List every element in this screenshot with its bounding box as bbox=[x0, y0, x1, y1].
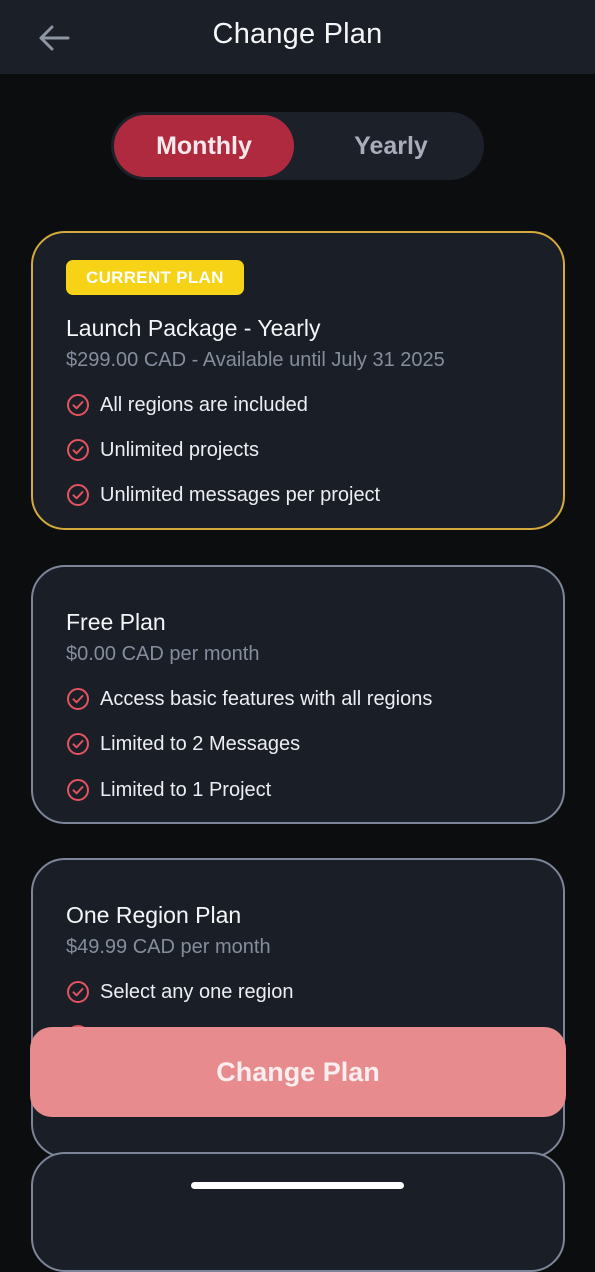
plan-feature: All regions are included bbox=[66, 393, 308, 417]
page-title: Change Plan bbox=[212, 18, 383, 50]
feature-text: Limited to 2 Messages bbox=[100, 732, 301, 755]
tab-yearly[interactable]: Yearly bbox=[301, 115, 481, 177]
plan-feature: Unlimited messages per project bbox=[66, 483, 380, 507]
plan-card-free[interactable]: Free Plan $0.00 CAD per month Access bas… bbox=[31, 565, 565, 824]
check-circle-icon bbox=[66, 438, 90, 462]
home-indicator bbox=[191, 1182, 404, 1189]
check-circle-icon bbox=[66, 778, 90, 802]
check-circle-icon bbox=[66, 483, 90, 507]
plan-feature: Access basic features with all regions bbox=[66, 687, 432, 711]
plan-name: One Region Plan bbox=[66, 902, 242, 928]
check-circle-icon bbox=[66, 393, 90, 417]
plan-price: $49.99 CAD per month bbox=[66, 936, 271, 958]
plan-card-next[interactable] bbox=[31, 1152, 565, 1272]
billing-period-toggle: Monthly Yearly bbox=[111, 112, 484, 180]
plan-price: $0.00 CAD per month bbox=[66, 643, 260, 665]
plan-name: Free Plan bbox=[66, 609, 166, 635]
feature-text: Limited to 1 Project bbox=[100, 778, 272, 801]
plan-feature: Limited to 2 Messages bbox=[66, 732, 300, 756]
feature-text: All regions are included bbox=[100, 393, 308, 416]
plan-name: Launch Package - Yearly bbox=[66, 315, 321, 341]
feature-text: Select any one region bbox=[100, 980, 294, 1003]
plan-card-launch-package[interactable]: CURRENT PLAN Launch Package - Yearly $29… bbox=[31, 231, 565, 530]
check-circle-icon bbox=[66, 732, 90, 756]
tab-monthly[interactable]: Monthly bbox=[114, 115, 294, 177]
current-plan-badge: CURRENT PLAN bbox=[66, 260, 244, 295]
feature-text: Unlimited projects bbox=[100, 438, 259, 461]
plan-price: $299.00 CAD - Available until July 31 20… bbox=[66, 349, 445, 371]
feature-text: Unlimited messages per project bbox=[100, 483, 381, 506]
plan-feature: Unlimited projects bbox=[66, 438, 259, 462]
check-circle-icon bbox=[66, 980, 90, 1004]
change-plan-button[interactable]: Change Plan bbox=[30, 1027, 566, 1117]
feature-text: Access basic features with all regions bbox=[100, 687, 433, 710]
plan-feature: Select any one region bbox=[66, 980, 293, 1004]
top-bar: Change Plan bbox=[0, 0, 595, 74]
check-circle-icon bbox=[66, 687, 90, 711]
plan-feature: Limited to 1 Project bbox=[66, 778, 271, 802]
